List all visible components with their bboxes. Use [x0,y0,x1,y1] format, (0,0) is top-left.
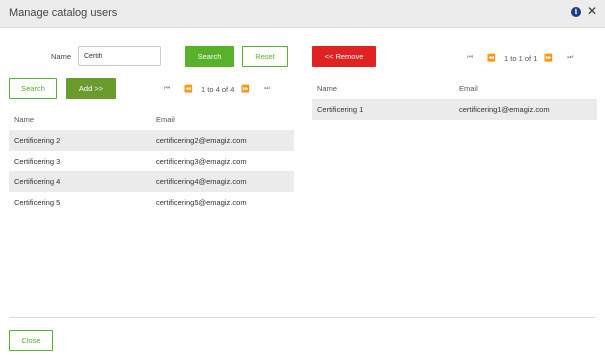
left-pager: ⏮ ⏪ 1 to 4 of 4 ⏩ ⏭ [164,83,270,95]
grid-header: Name Email [312,79,597,99]
row-name: Certificering 4 [14,177,61,186]
row-name: Certificering 5 [14,197,61,207]
filter-reset-button[interactable]: Reset [242,46,288,67]
remove-button[interactable]: << Remove [312,46,376,67]
available-users-grid: Name Email Certificering 2 certificering… [9,110,294,212]
catalog-users-grid: Name Email Certificering 1 certificering… [312,79,597,120]
last-page-icon[interactable]: ⏭ [567,54,573,62]
table-row[interactable]: Certificering 1 certificering1@emagiz.co… [312,99,597,120]
add-button[interactable]: Add >> [66,78,116,99]
column-header-email[interactable]: Email [156,115,175,124]
name-label: Name [51,52,72,61]
grid-header: Name Email [9,110,294,130]
right-pager: ⏮ ⏪ 1 to 1 of 1 ⏩ ⏭ [467,52,573,64]
name-filter-input[interactable] [78,46,161,66]
column-header-name[interactable]: Name [14,115,34,124]
prev-page-icon[interactable]: ⏪ [487,54,496,62]
close-icon[interactable]: ✕ [587,4,597,18]
left-search-button[interactable]: Search [9,78,57,99]
column-header-name[interactable]: Name [317,84,337,93]
row-email: certificering2@emagiz.com [156,136,247,145]
row-email: certificering4@emagiz.com [156,177,247,186]
row-email: certificering3@emagiz.com [156,156,247,166]
filter-search-button[interactable]: Search [185,46,234,67]
table-row[interactable]: Certificering 5 certificering5@emagiz.co… [9,192,294,213]
left-pager-text: 1 to 4 of 4 [201,84,235,94]
row-email: certificering1@emagiz.com [459,105,550,114]
first-page-icon[interactable]: ⏮ [164,85,170,93]
close-button[interactable]: Close [9,330,53,351]
row-email: certificering5@emagiz.com [156,197,247,207]
dialog-titlebar: Manage catalog users i ✕ [0,0,605,28]
column-header-email[interactable]: Email [459,84,478,93]
first-page-icon[interactable]: ⏮ [467,54,473,62]
row-name: Certificering 3 [14,156,61,166]
last-page-icon[interactable]: ⏭ [264,85,270,93]
info-icon[interactable]: i [571,7,581,17]
row-name: Certificering 2 [14,136,61,145]
table-row[interactable]: Certificering 3 certificering3@emagiz.co… [9,151,294,172]
table-row[interactable]: Certificering 2 certificering2@emagiz.co… [9,130,294,151]
dialog-title: Manage catalog users [9,7,118,19]
right-pager-text: 1 to 1 of 1 [504,53,538,63]
next-page-icon[interactable]: ⏩ [544,54,553,62]
next-page-icon[interactable]: ⏩ [241,85,250,93]
table-row[interactable]: Certificering 4 certificering4@emagiz.co… [9,171,294,192]
prev-page-icon[interactable]: ⏪ [184,85,193,93]
footer-divider [9,317,596,318]
row-name: Certificering 1 [317,105,364,114]
